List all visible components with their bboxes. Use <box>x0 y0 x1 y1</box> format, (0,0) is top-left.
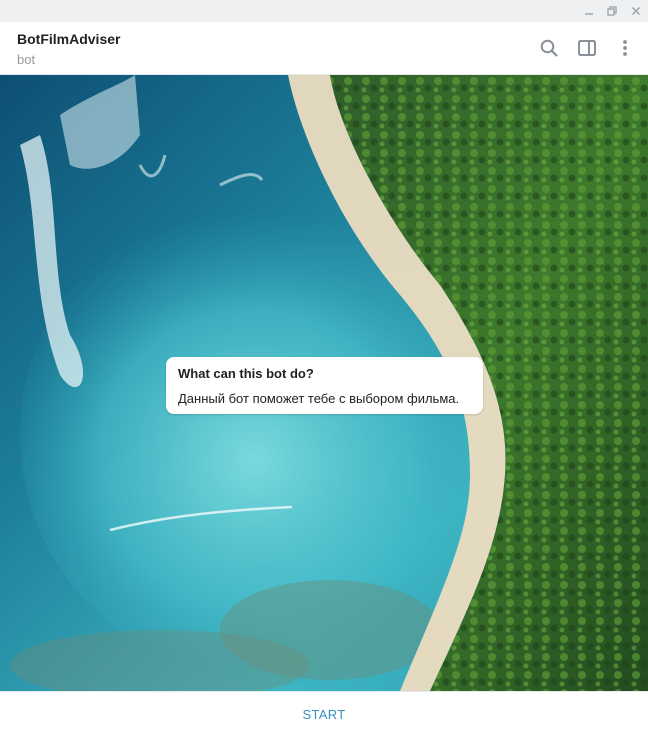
bot-info-heading: What can this bot do? <box>178 366 314 381</box>
chat-title[interactable]: BotFilmAdviser <box>17 31 120 47</box>
more-vertical-icon[interactable] <box>612 35 638 61</box>
sidebar-toggle-icon[interactable] <box>574 35 600 61</box>
chat-header: BotFilmAdviser bot <box>0 22 648 75</box>
bot-info-card: What can this bot do? Данный бот поможет… <box>166 357 483 414</box>
chat-status: bot <box>17 52 36 67</box>
start-bar: START <box>0 691 648 736</box>
close-icon[interactable] <box>624 0 648 22</box>
minimize-icon[interactable] <box>577 0 601 22</box>
restore-icon[interactable] <box>600 0 624 22</box>
window-titlebar <box>0 0 648 22</box>
start-button[interactable]: START <box>303 707 346 722</box>
bot-info-description: Данный бот поможет тебе с выбором фильма… <box>178 391 460 406</box>
search-icon[interactable] <box>536 35 562 61</box>
